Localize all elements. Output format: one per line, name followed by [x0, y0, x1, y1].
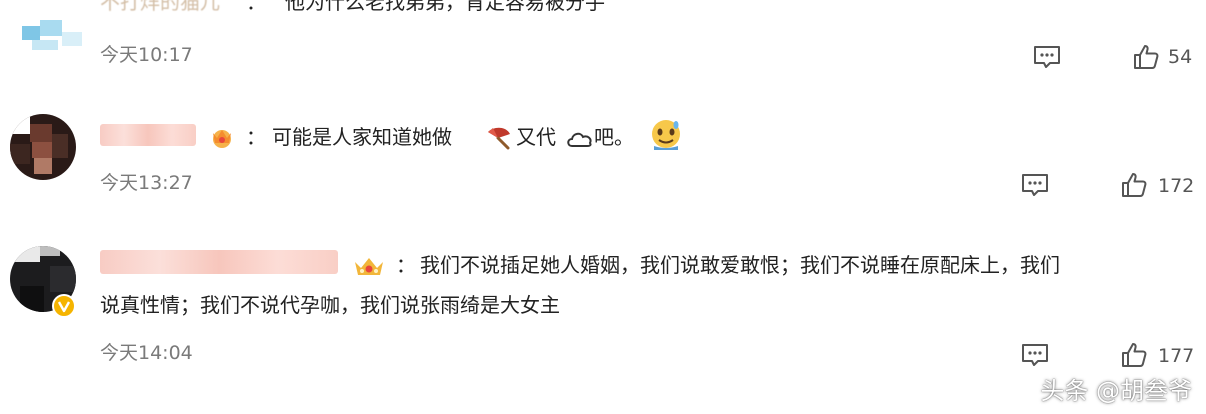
comment-text-part-3: 吧。: [594, 125, 634, 149]
comment-text-line-1: 我们不说插足她人婚姻，我们说敢爱敢恨；我们不说睡在原配床上，我们: [420, 253, 1060, 277]
commenter-name-blurred[interactable]: [100, 250, 338, 274]
thumbs-up-icon[interactable]: [1120, 171, 1148, 199]
like-count: 54: [1168, 46, 1193, 68]
avatar[interactable]: [22, 16, 92, 50]
comment-text-part-2: 又代: [516, 125, 556, 149]
commenter-name-blurred[interactable]: [100, 124, 196, 146]
comment-text: 他为什么老找弟弟，肯定容易被分手: [285, 0, 605, 14]
name-separator: ：: [246, 125, 266, 149]
comment-time: 今天14:04: [100, 342, 193, 364]
comment-bubble-icon[interactable]: [1032, 44, 1062, 70]
umbrella-emoji-icon: [488, 127, 510, 150]
comment-2: ： 可能是人家知道她做 又代 吧。 今天13:27 172: [0, 100, 1206, 220]
comment-time: 今天13:27: [100, 172, 193, 194]
verified-badge-icon: [52, 294, 76, 318]
sweating-face-emoji-icon: [652, 120, 680, 150]
comment-text-part-1: 可能是人家知道她做: [272, 125, 452, 149]
crown-badge-icon: [213, 130, 231, 148]
like-count: 177: [1158, 345, 1195, 367]
thumbs-up-icon[interactable]: [1120, 341, 1148, 369]
comment-1: 不打烊的猫儿 ： 他为什么老找弟弟，肯定容易被分手 今天10:17 54: [0, 0, 1206, 90]
comment-bubble-icon[interactable]: [1020, 172, 1050, 198]
commenter-name[interactable]: 不打烊的猫儿: [100, 0, 220, 18]
crown-badge-icon: [355, 258, 383, 275]
thumbs-up-icon[interactable]: [1132, 43, 1160, 71]
watermark: 头条 @胡叁爷: [1040, 377, 1192, 405]
name-separator: ：: [396, 253, 416, 277]
comment-bubble-icon[interactable]: [1020, 342, 1050, 368]
name-separator: ：: [246, 0, 266, 14]
comment-text-line-2: 说真性情；我们不说代孕咖，我们说张雨绮是大女主: [100, 293, 560, 317]
comment-time: 今天10:17: [100, 44, 193, 66]
like-count: 172: [1158, 175, 1195, 197]
cloud-icon: [567, 132, 592, 147]
avatar[interactable]: [10, 114, 76, 180]
comment-3: ： 我们不说插足她人婚姻，我们说敢爱敢恨；我们不说睡在原配床上，我们 说真性情；…: [0, 228, 1206, 378]
